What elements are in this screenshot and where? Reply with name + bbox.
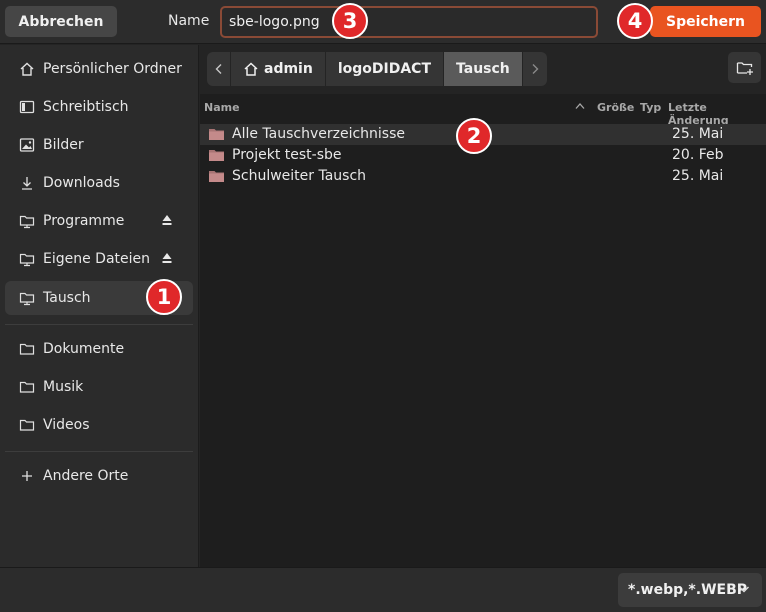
folder-icon <box>18 378 36 396</box>
crumb-label: admin <box>264 61 313 77</box>
sidebar-item-dokumente[interactable]: Dokumente <box>5 332 193 366</box>
filename-input[interactable] <box>220 6 598 38</box>
network-folder-icon <box>18 212 36 230</box>
filter-value: *.webp,*.WEBP <box>628 582 748 598</box>
new-folder-icon <box>736 61 753 75</box>
eject-icon[interactable] <box>162 214 172 226</box>
sidebar-item-label: Musik <box>43 379 84 395</box>
crumb-label: logoDIDACT <box>337 61 431 77</box>
sidebar-item-label: Dokumente <box>43 341 125 357</box>
image-icon <box>18 136 36 154</box>
column-size[interactable]: Größe <box>597 101 634 114</box>
file-name: Schulweiter Tausch <box>232 168 367 184</box>
folder-icon <box>209 171 224 182</box>
sidebar-item-label: Eigene Dateien <box>43 251 151 267</box>
file-type-filter[interactable]: *.webp,*.WEBP <box>618 573 762 607</box>
sidebar-item-label: Schreibtisch <box>43 99 129 115</box>
folder-icon <box>209 150 224 161</box>
cancel-button[interactable]: Abbrechen <box>5 6 117 37</box>
folder-icon <box>209 129 224 140</box>
download-icon <box>18 174 36 192</box>
column-name[interactable]: Name <box>204 101 240 114</box>
crumb-logodidact[interactable]: logoDIDACT <box>326 52 444 86</box>
footer-bar: *.webp,*.WEBP <box>0 567 766 612</box>
sidebar-item-other-locations[interactable]: Andere Orte <box>5 459 193 493</box>
list-header: Name Größe Typ Letzte Änderung <box>200 95 766 127</box>
sidebar-item-desktop[interactable]: Schreibtisch <box>5 90 193 124</box>
folder-icon <box>18 416 36 434</box>
file-date: 25. Mai <box>672 168 724 184</box>
sidebar-divider <box>5 324 193 325</box>
chevron-left-icon <box>215 64 221 74</box>
network-folder-icon <box>18 289 36 307</box>
eject-icon[interactable] <box>162 252 172 264</box>
sidebar-item-musik[interactable]: Musik <box>5 370 193 404</box>
sidebar-item-eigene-dateien[interactable]: Eigene Dateien <box>5 242 193 276</box>
folder-icon <box>18 340 36 358</box>
annotation-marker-3: 3 <box>332 3 368 39</box>
crumb-admin[interactable]: admin <box>231 52 326 86</box>
sidebar-item-label: Downloads <box>43 175 120 191</box>
sidebar-item-programme[interactable]: Programme <box>5 204 193 238</box>
file-date: 20. Feb <box>672 147 724 163</box>
file-date: 25. Mai <box>672 126 724 142</box>
crumb-tausch[interactable]: Tausch <box>444 52 523 86</box>
annotation-marker-4: 4 <box>617 3 653 39</box>
chevron-right-icon <box>532 64 539 74</box>
sidebar-item-label: Videos <box>43 417 90 433</box>
path-back-button[interactable] <box>207 52 231 86</box>
name-label: Name <box>168 13 210 29</box>
sidebar-item-videos[interactable]: Videos <box>5 408 193 442</box>
sidebar-item-label: Bilder <box>43 137 84 153</box>
sidebar-item-label: Programme <box>43 213 125 229</box>
breadcrumb: admin logoDIDACT Tausch <box>207 52 547 86</box>
sidebar-item-label: Persönlicher Ordner <box>43 61 182 77</box>
annotation-marker-1: 1 <box>146 279 182 315</box>
new-folder-button[interactable] <box>728 52 761 83</box>
home-icon <box>18 60 36 78</box>
sidebar-item-pictures[interactable]: Bilder <box>5 128 193 162</box>
plus-icon <box>18 467 36 485</box>
list-item[interactable]: Schulweiter Tausch 25. Mai <box>200 166 766 187</box>
sidebar-item-downloads[interactable]: Downloads <box>5 166 193 200</box>
column-type[interactable]: Typ <box>640 101 661 114</box>
file-name: Alle Tauschverzeichnisse <box>232 126 406 142</box>
sidebar-item-label: Andere Orte <box>43 468 129 484</box>
sidebar-item-home[interactable]: Persönlicher Ordner <box>5 52 193 86</box>
save-button[interactable]: Speichern <box>650 6 761 37</box>
desktop-icon <box>18 98 36 116</box>
crumb-label: Tausch <box>456 61 510 77</box>
sidebar-divider <box>5 451 193 452</box>
sort-ascending-icon <box>575 100 585 113</box>
file-name: Projekt test-sbe <box>232 147 342 163</box>
home-icon <box>244 62 258 76</box>
chevron-down-icon <box>739 586 749 593</box>
network-folder-icon <box>18 250 36 268</box>
annotation-marker-2: 2 <box>456 118 492 154</box>
sidebar-item-label: Tausch <box>43 290 91 306</box>
path-bar: admin logoDIDACT Tausch <box>200 45 766 94</box>
path-forward-button[interactable] <box>523 52 547 86</box>
